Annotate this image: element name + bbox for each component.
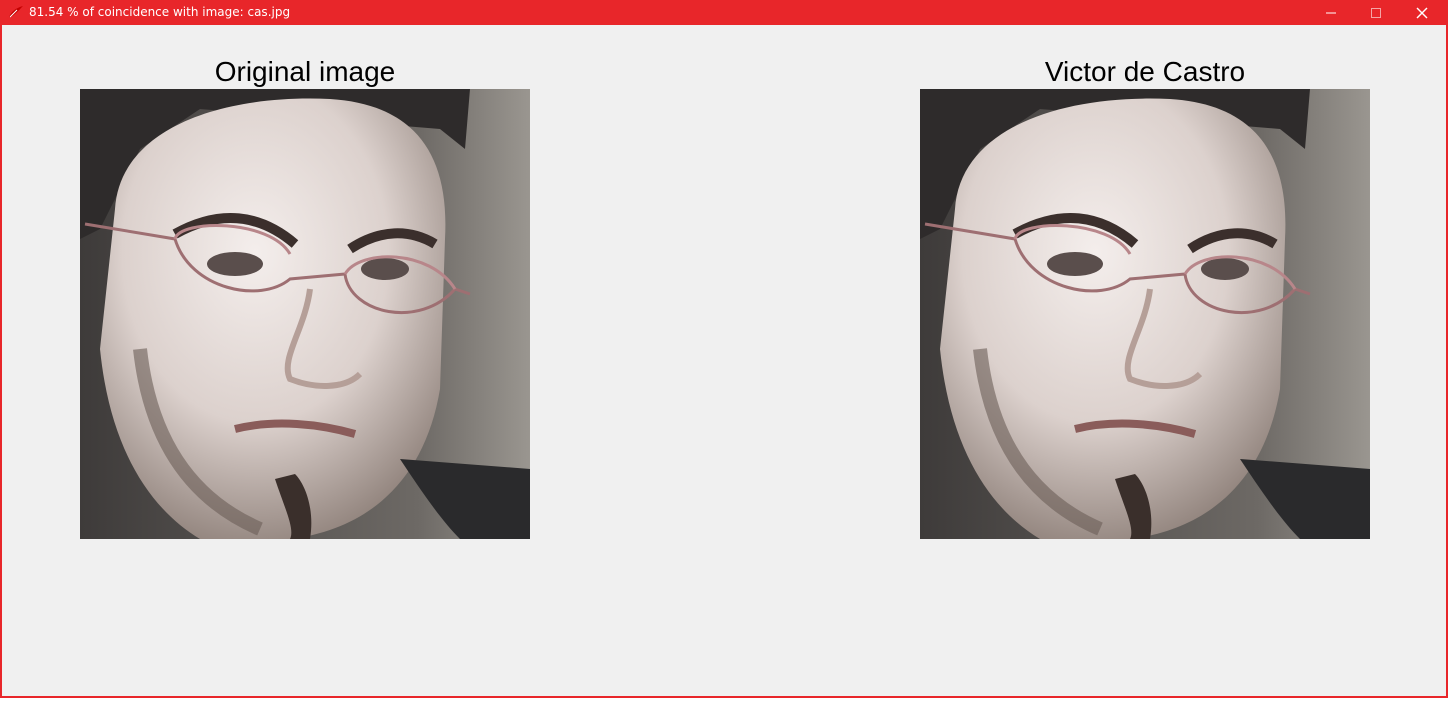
original-image-label: Original image: [214, 56, 396, 87]
maximize-icon: [1371, 7, 1381, 18]
match-name-label: Victor de Castro: [1044, 56, 1246, 87]
minimize-button[interactable]: [1308, 0, 1354, 25]
close-icon: [1416, 7, 1428, 19]
original-image: [80, 89, 530, 539]
matched-image: [920, 89, 1370, 539]
minimize-icon: [1326, 8, 1336, 18]
tk-feather-icon: [8, 5, 24, 19]
maximize-button[interactable]: [1353, 0, 1399, 25]
close-button[interactable]: [1399, 0, 1445, 25]
title-bar[interactable]: 81.54 % of coincidence with image: cas.j…: [2, 0, 1446, 25]
window-title: 81.54 % of coincidence with image: cas.j…: [29, 5, 291, 19]
app-window: 81.54 % of coincidence with image: cas.j…: [0, 0, 1448, 698]
main-content: Original image Victor de Castro: [4, 25, 1444, 694]
